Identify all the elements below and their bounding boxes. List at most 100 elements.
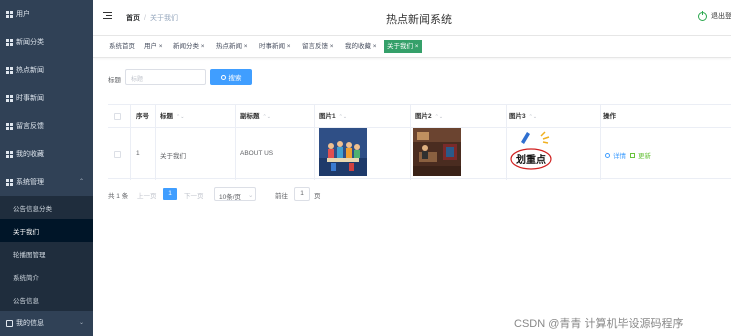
sidebar-item-system-management[interactable]: 系统管理 ⌃	[0, 168, 93, 196]
tag-favorites[interactable]: 我的收藏 ×	[344, 40, 378, 53]
tag-about-us[interactable]: 关于我们 ×	[384, 40, 422, 53]
tag-current-news[interactable]: 时事新闻 ×	[258, 40, 292, 53]
cell-seq: 1	[136, 150, 140, 157]
page-size-select[interactable]: 10条/页 ⌄	[214, 187, 256, 201]
sort-icon[interactable]: ⌃⌄	[263, 114, 271, 120]
grid-icon	[6, 178, 13, 186]
tag-news-category[interactable]: 新闻分类 ×	[172, 40, 206, 53]
column-header-pic1[interactable]: 图片1 ⌃⌄	[319, 105, 347, 128]
column-header-label: 图片2	[415, 113, 432, 120]
tag-feedback[interactable]: 留言反馈 ×	[301, 40, 335, 53]
pagination-goto-label: 前往	[275, 193, 288, 200]
sidebar-item-news-category[interactable]: 新闻分类	[0, 28, 93, 56]
column-header-label: 图片1	[319, 113, 336, 120]
search-input[interactable]: 标题	[125, 69, 206, 85]
cell-title: 关于我们	[160, 153, 186, 160]
column-header-pic3[interactable]: 图片3 ⌃⌄	[509, 105, 537, 128]
sort-icon[interactable]: ⌃⌄	[529, 114, 537, 120]
chevron-up-icon: ⌃	[78, 179, 84, 185]
data-table: 序号 标题 ⌃⌄ 副标题 ⌃⌄ 图片1 ⌃⌄ 图片2 ⌃⌄ 图片3 ⌃⌄ 操作 1 关于我…	[108, 104, 731, 180]
pagination-total: 共 1 条	[108, 193, 129, 200]
submenu-item-about-us[interactable]: 关于我们	[0, 219, 93, 242]
search-button[interactable]: 搜索	[210, 69, 252, 85]
sidebar-item-label: 我的收藏	[16, 151, 44, 158]
submenu-item-notice[interactable]: 公告信息	[0, 288, 93, 311]
update-button[interactable]: 更新	[630, 150, 651, 160]
tag-users[interactable]: 用户 ×	[143, 40, 164, 53]
submenu: 公告信息分类 关于我们 轮播图管理 系统简介 公告信息	[0, 196, 93, 311]
select-all-checkbox[interactable]	[114, 113, 121, 120]
search-icon	[605, 152, 610, 158]
breadcrumb-separator: /	[144, 15, 146, 22]
pagination-goto-input[interactable]: 1	[294, 187, 310, 201]
submenu-item-notice-category[interactable]: 公告信息分类	[0, 196, 93, 219]
column-header-label: 副标题	[240, 113, 260, 120]
submenu-item-label: 轮播图管理	[13, 251, 46, 259]
top-bar: 首页 / 关于我们 热点新闻系统 退出登	[93, 0, 731, 36]
sidebar-item-label: 我的信息	[16, 320, 44, 327]
column-header-title[interactable]: 标题 ⌃⌄	[160, 105, 184, 128]
tag-hot-news[interactable]: 热点新闻 ×	[215, 40, 249, 53]
sidebar-item-label: 新闻分类	[16, 39, 44, 46]
grid-icon	[6, 94, 13, 102]
column-header-subtitle[interactable]: 副标题 ⌃⌄	[240, 105, 271, 128]
image-key-point[interactable]: 划重点	[507, 128, 555, 176]
breadcrumb-current: 关于我们	[149, 15, 178, 22]
pagination-page-unit: 页	[314, 193, 321, 200]
tag-home[interactable]: 系统首页	[108, 40, 136, 53]
grid-icon	[6, 38, 13, 46]
update-label: 更新	[638, 153, 651, 160]
image-interview-room[interactable]	[413, 128, 461, 176]
submenu-item-label: 公告信息	[13, 297, 39, 305]
sidebar-item-current-news[interactable]: 时事新闻	[0, 84, 93, 112]
image-caption: 划重点	[516, 153, 546, 166]
page-title: 热点新闻系统	[386, 14, 452, 26]
grid-icon	[6, 10, 13, 18]
search-placeholder: 标题	[131, 77, 144, 83]
search-icon	[220, 74, 226, 80]
image-team-meeting[interactable]	[319, 128, 367, 176]
sidebar-item-label: 热点新闻	[16, 67, 44, 74]
tags-bar: 系统首页 用户 × 新闻分类 × 热点新闻 × 时事新闻 × 留言反馈 × 我的…	[93, 36, 731, 58]
column-header-label: 图片3	[509, 113, 526, 120]
chevron-down-icon: ⌄	[248, 192, 254, 199]
logout-label: 退出登	[711, 13, 731, 20]
pagination-prev[interactable]: 上一页	[137, 190, 157, 200]
edit-icon	[630, 152, 635, 158]
logout-button[interactable]: 退出登	[698, 10, 731, 21]
submenu-item-intro[interactable]: 系统简介	[0, 265, 93, 288]
column-header-pic2[interactable]: 图片2 ⌃⌄	[415, 105, 443, 128]
row-checkbox[interactable]	[114, 151, 121, 158]
sort-icon[interactable]: ⌃⌄	[176, 114, 184, 120]
collapse-menu-icon[interactable]	[103, 11, 112, 20]
sidebar-item-label: 留言反馈	[16, 123, 44, 130]
sidebar-item-my-info[interactable]: 我的信息 ⌄	[0, 311, 93, 335]
sidebar-item-hot-news[interactable]: 热点新闻	[0, 56, 93, 84]
sidebar-item-label: 时事新闻	[16, 95, 44, 102]
column-header-label: 标题	[160, 113, 173, 120]
sidebar-item-label: 系统管理	[16, 179, 44, 186]
breadcrumb-home[interactable]: 首页	[126, 15, 140, 22]
sidebar-item-label: 用户	[16, 11, 30, 18]
grid-icon	[6, 122, 13, 130]
detail-button[interactable]: 详情	[605, 150, 626, 160]
detail-label: 详情	[613, 153, 626, 160]
pagination-current-page[interactable]: 1	[163, 188, 177, 200]
submenu-item-label: 关于我们	[13, 228, 39, 236]
sort-icon[interactable]: ⌃⌄	[339, 114, 347, 120]
pagination-next[interactable]: 下一页	[184, 190, 204, 200]
search-label: 标题	[108, 77, 121, 84]
sidebar-item-users[interactable]: 用户	[0, 0, 93, 28]
cell-subtitle: ABOUT US	[240, 150, 274, 157]
chevron-down-icon: ⌄	[78, 320, 84, 326]
sidebar-item-feedback[interactable]: 留言反馈	[0, 112, 93, 140]
search-button-label: 搜索	[228, 75, 242, 82]
sidebar-item-favorites[interactable]: 我的收藏	[0, 140, 93, 168]
submenu-item-carousel[interactable]: 轮播图管理	[0, 242, 93, 265]
watermark: CSDN @青青 计算机毕设源码程序	[514, 318, 684, 330]
submenu-item-label: 系统简介	[13, 274, 39, 282]
column-header-ops: 操作	[603, 113, 616, 120]
row-actions: 详情 更新	[605, 150, 651, 160]
grid-icon	[6, 150, 13, 158]
sort-icon[interactable]: ⌃⌄	[435, 114, 443, 120]
